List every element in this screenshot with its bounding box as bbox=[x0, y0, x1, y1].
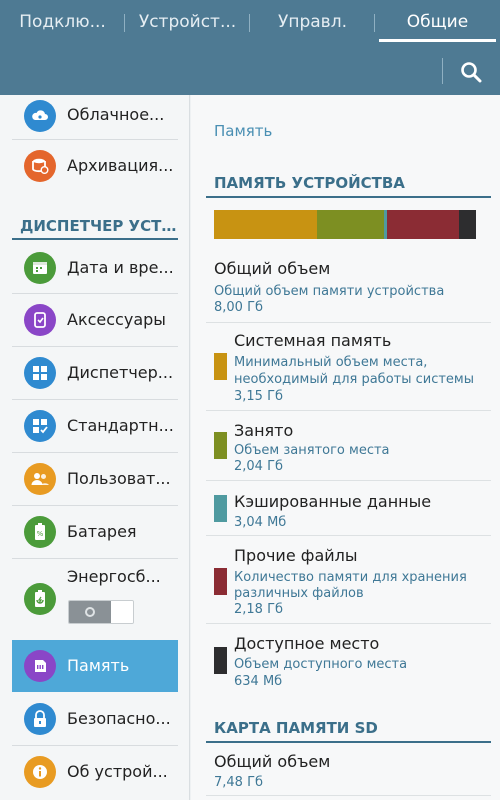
row-divider bbox=[206, 535, 491, 536]
row-divider bbox=[206, 795, 491, 796]
cloud-icon bbox=[24, 100, 56, 132]
sidebar-item-label: Архивация... bbox=[67, 156, 174, 175]
usage-bar-segment-0 bbox=[214, 210, 318, 239]
other-files-title: Прочие файлы bbox=[234, 546, 358, 565]
usage-bar-segment-3 bbox=[387, 210, 459, 239]
section-line bbox=[206, 196, 491, 198]
backup-icon bbox=[24, 150, 56, 182]
sd-total-title: Общий объем bbox=[214, 752, 331, 771]
toggle-off-state bbox=[69, 601, 111, 623]
storage-icon bbox=[24, 650, 56, 682]
storage-usage-bar bbox=[214, 210, 476, 239]
apps-grid-icon bbox=[24, 357, 56, 389]
breadcrumb: Память bbox=[214, 122, 273, 140]
info-icon bbox=[24, 756, 56, 788]
tab-device[interactable]: Устройст... bbox=[125, 0, 250, 44]
battery-icon: % bbox=[24, 516, 56, 548]
other-files-subtitle: Количество памяти для хранения bbox=[234, 570, 467, 585]
search-button[interactable] bbox=[454, 56, 488, 88]
cached-value: 3,04 Мб bbox=[234, 515, 287, 530]
system-memory-title: Системная память bbox=[234, 331, 392, 350]
total-title: Общий объем bbox=[214, 259, 331, 278]
lock-icon bbox=[24, 703, 56, 735]
sidebar-item-storage[interactable]: Память bbox=[12, 640, 178, 692]
row-divider bbox=[206, 322, 491, 323]
cached-title: Кэшированные данные bbox=[234, 492, 432, 511]
sidebar-item-label: Память bbox=[67, 656, 130, 675]
section-line bbox=[206, 741, 491, 743]
action-bar: Подклю... Устройст... Управл. Общие bbox=[0, 0, 500, 95]
available-value: 634 Мб bbox=[234, 674, 283, 689]
sidebar-section-line bbox=[12, 238, 178, 240]
row-divider bbox=[206, 623, 491, 624]
sd-total-value: 7,48 Гб bbox=[214, 775, 264, 790]
power-saving-toggle[interactable] bbox=[68, 600, 134, 624]
sidebar-item-about[interactable]: Об устрой... bbox=[12, 746, 178, 798]
sidebar-item-label: Безопасно... bbox=[67, 709, 171, 728]
storage-detail-panel: Память ПАМЯТЬ УСТРОЙСТВА Общий объем Общ… bbox=[191, 95, 500, 800]
sidebar-item-date-time[interactable]: Дата и вре... bbox=[12, 243, 178, 293]
cached-swatch bbox=[214, 495, 227, 522]
tab-controls[interactable]: Управл. bbox=[250, 0, 375, 44]
system-memory-subtitle-2: необходимый для работы системы bbox=[234, 372, 474, 387]
toggle-track bbox=[111, 601, 133, 623]
device-storage-section-title: ПАМЯТЬ УСТРОЙСТВА bbox=[214, 174, 405, 192]
sidebar-item-label: Диспетчер... bbox=[67, 363, 174, 382]
system-memory-subtitle: Минимальный объем места, bbox=[234, 355, 428, 370]
usage-bar-segment-4 bbox=[458, 210, 476, 239]
search-divider bbox=[442, 58, 443, 84]
used-subtitle: Объем занятого места bbox=[234, 443, 390, 458]
total-value: 8,00 Гб bbox=[214, 300, 264, 315]
default-apps-icon bbox=[24, 410, 56, 442]
usage-bar-segment-1 bbox=[317, 210, 385, 239]
used-swatch bbox=[214, 432, 227, 459]
tab-general[interactable]: Общие bbox=[375, 0, 500, 44]
sidebar-item-label: Дата и вре... bbox=[67, 258, 174, 277]
used-value: 2,04 Гб bbox=[234, 459, 284, 474]
sidebar-item-label: Об устрой... bbox=[67, 762, 168, 781]
sidebar-item-label: Пользоват... bbox=[67, 469, 171, 488]
sidebar-item-default-apps[interactable]: Стандартн... bbox=[12, 400, 178, 452]
search-area bbox=[442, 52, 500, 92]
row-divider bbox=[206, 410, 491, 411]
tab-connections[interactable]: Подклю... bbox=[0, 0, 125, 44]
tab-bar: Подклю... Устройст... Управл. Общие bbox=[0, 0, 500, 44]
sidebar-item-label: Облачное... bbox=[67, 105, 165, 124]
calendar-icon bbox=[24, 252, 56, 284]
sidebar-item-label: Энергосб... bbox=[67, 567, 161, 586]
settings-sidebar: Облачное... Архивация... ДИСПЕТЧЕР УСТ..… bbox=[0, 95, 190, 800]
sidebar-item-cloud[interactable]: Облачное... bbox=[12, 95, 178, 139]
system-memory-swatch bbox=[214, 353, 227, 380]
sidebar-item-label: Аксессуары bbox=[67, 310, 166, 329]
used-title: Занято bbox=[234, 421, 294, 440]
total-subtitle: Общий объем памяти устройства bbox=[214, 284, 445, 299]
row-divider bbox=[206, 480, 491, 481]
sidebar-item-app-manager[interactable]: Диспетчер... bbox=[12, 347, 178, 399]
available-swatch bbox=[214, 647, 227, 674]
sidebar-section-title: ДИСПЕТЧЕР УСТ... bbox=[20, 217, 178, 235]
sidebar-item-accessories[interactable]: Аксессуары bbox=[12, 294, 178, 346]
svg-text:%: % bbox=[37, 530, 44, 538]
tab-active-indicator bbox=[379, 39, 496, 42]
users-icon bbox=[24, 463, 56, 495]
sidebar-item-security[interactable]: Безопасно... bbox=[12, 693, 178, 745]
system-memory-value: 3,15 Гб bbox=[234, 389, 284, 404]
sidebar-item-label: Батарея bbox=[67, 522, 137, 541]
power-saving-icon bbox=[24, 583, 56, 615]
sidebar-item-backup[interactable]: Архивация... bbox=[12, 140, 178, 192]
available-subtitle: Объем доступного места bbox=[234, 657, 408, 672]
sidebar-item-label: Стандартн... bbox=[67, 416, 174, 435]
sidebar-item-battery[interactable]: % Батарея bbox=[12, 506, 178, 558]
sd-card-section-title: КАРТА ПАМЯТИ SD bbox=[214, 719, 378, 737]
sidebar-item-users[interactable]: Пользоват... bbox=[12, 453, 178, 505]
other-files-value: 2,18 Гб bbox=[234, 602, 284, 617]
search-icon bbox=[461, 62, 482, 83]
other-files-subtitle-2: различных файлов bbox=[234, 586, 364, 601]
other-files-swatch bbox=[214, 568, 227, 595]
accessories-icon bbox=[24, 304, 56, 336]
available-title: Доступное место bbox=[234, 634, 380, 653]
